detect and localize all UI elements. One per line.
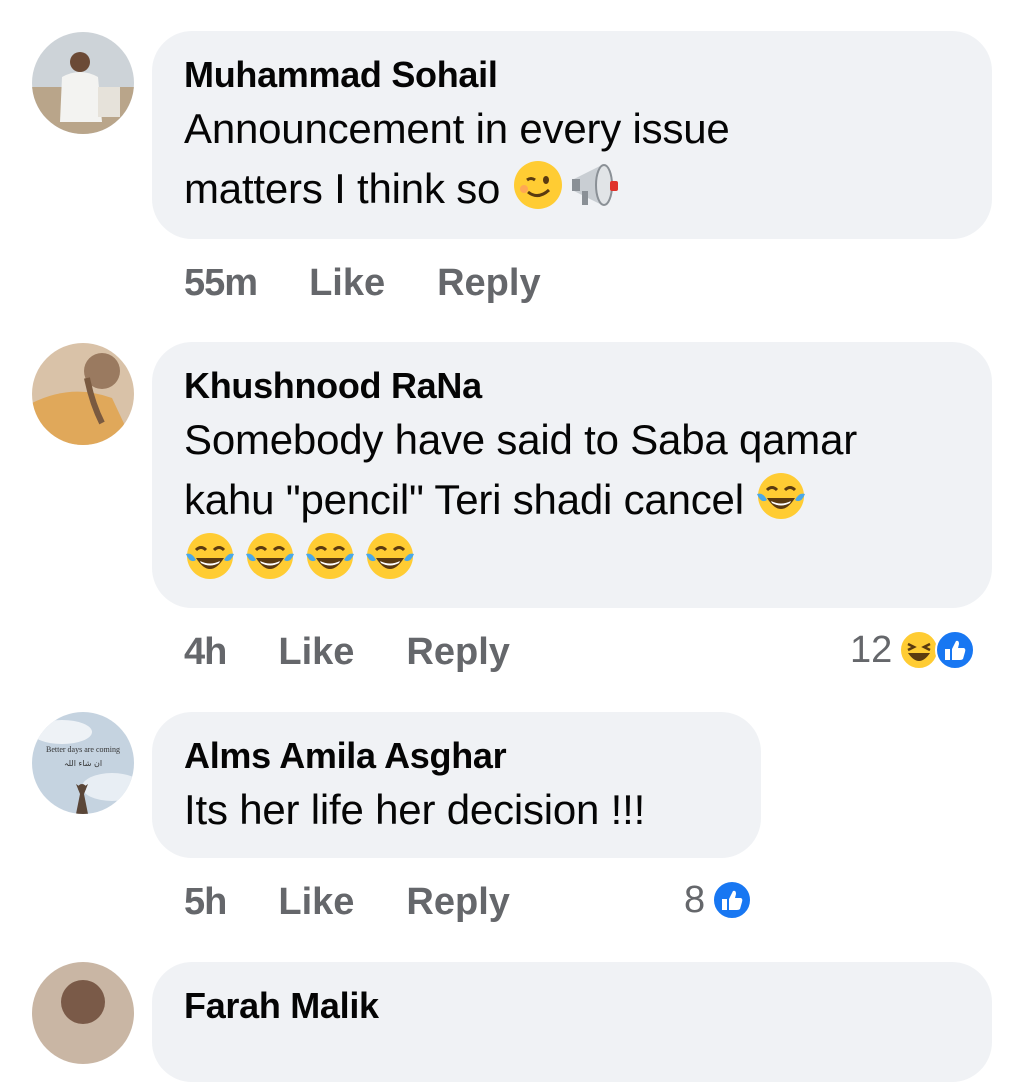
reaction-count: 12 — [850, 628, 893, 671]
avatar-next-commenter[interactable] — [32, 962, 134, 1064]
comment-actions: 5h Like Reply — [184, 877, 510, 927]
like-button[interactable]: Like — [278, 881, 354, 924]
commenter-name[interactable]: Muhammad Sohail — [184, 53, 960, 97]
avatar-image — [32, 32, 134, 134]
comment-bubble[interactable]: Khushnood RaNa Somebody have said to Sab… — [152, 342, 992, 608]
comment-time[interactable]: 4h — [184, 631, 227, 674]
avatar-image — [32, 962, 134, 1064]
avatar-muhammad-sohail[interactable] — [32, 32, 134, 134]
megaphone-emoji-icon — [568, 159, 620, 211]
commenter-name[interactable]: Khushnood RaNa — [184, 364, 960, 408]
avatar-caption-secondary: ان شاء اللہ — [64, 759, 102, 768]
tears-of-joy-emoji-icon — [244, 530, 296, 582]
comment-actions: 55m Like Reply — [184, 258, 541, 308]
reply-button[interactable]: Reply — [406, 631, 509, 674]
like-reaction-icon — [712, 880, 753, 920]
like-button[interactable]: Like — [309, 262, 385, 305]
like-reaction-icon — [935, 630, 976, 670]
comment-bubble[interactable]: Farah Malik — [152, 962, 992, 1082]
reaction-summary[interactable]: 12 — [850, 625, 976, 675]
winking-face-emoji-icon — [512, 159, 564, 211]
avatar-image: Better days are coming ان شاء اللہ — [32, 712, 134, 814]
reply-button[interactable]: Reply — [406, 881, 509, 924]
avatar-khushnood-rana[interactable] — [32, 343, 134, 445]
comment-bubble[interactable]: Muhammad Sohail Announcement in every is… — [152, 31, 992, 239]
comment-bubble[interactable]: Alms Amila Asghar Its her life her decis… — [152, 712, 761, 858]
avatar-alms-amila-asghar[interactable]: Better days are coming ان شاء اللہ — [32, 712, 134, 814]
tears-of-joy-emoji-icon — [304, 530, 356, 582]
avatar-image — [32, 343, 134, 445]
comment-text: Somebody have said to Saba qamar kahu "p… — [184, 410, 960, 590]
commenter-name[interactable]: Alms Amila Asghar — [184, 734, 729, 778]
tears-of-joy-emoji-icon — [755, 470, 807, 522]
like-button[interactable]: Like — [278, 631, 354, 674]
comment-time[interactable]: 55m — [184, 262, 258, 305]
avatar-caption: Better days are coming — [46, 745, 120, 754]
comment-text: Its her life her decision !!! — [184, 786, 646, 833]
tears-of-joy-emoji-icon — [364, 530, 416, 582]
reply-button[interactable]: Reply — [437, 262, 540, 305]
comment-text: Announcement in every issue matters I th… — [184, 105, 730, 212]
reaction-summary[interactable]: 8 — [684, 875, 753, 925]
reaction-count: 8 — [684, 878, 706, 921]
comment-time[interactable]: 5h — [184, 881, 227, 924]
tears-of-joy-emoji-icon — [184, 530, 236, 582]
comment-actions: 4h Like Reply — [184, 627, 510, 677]
